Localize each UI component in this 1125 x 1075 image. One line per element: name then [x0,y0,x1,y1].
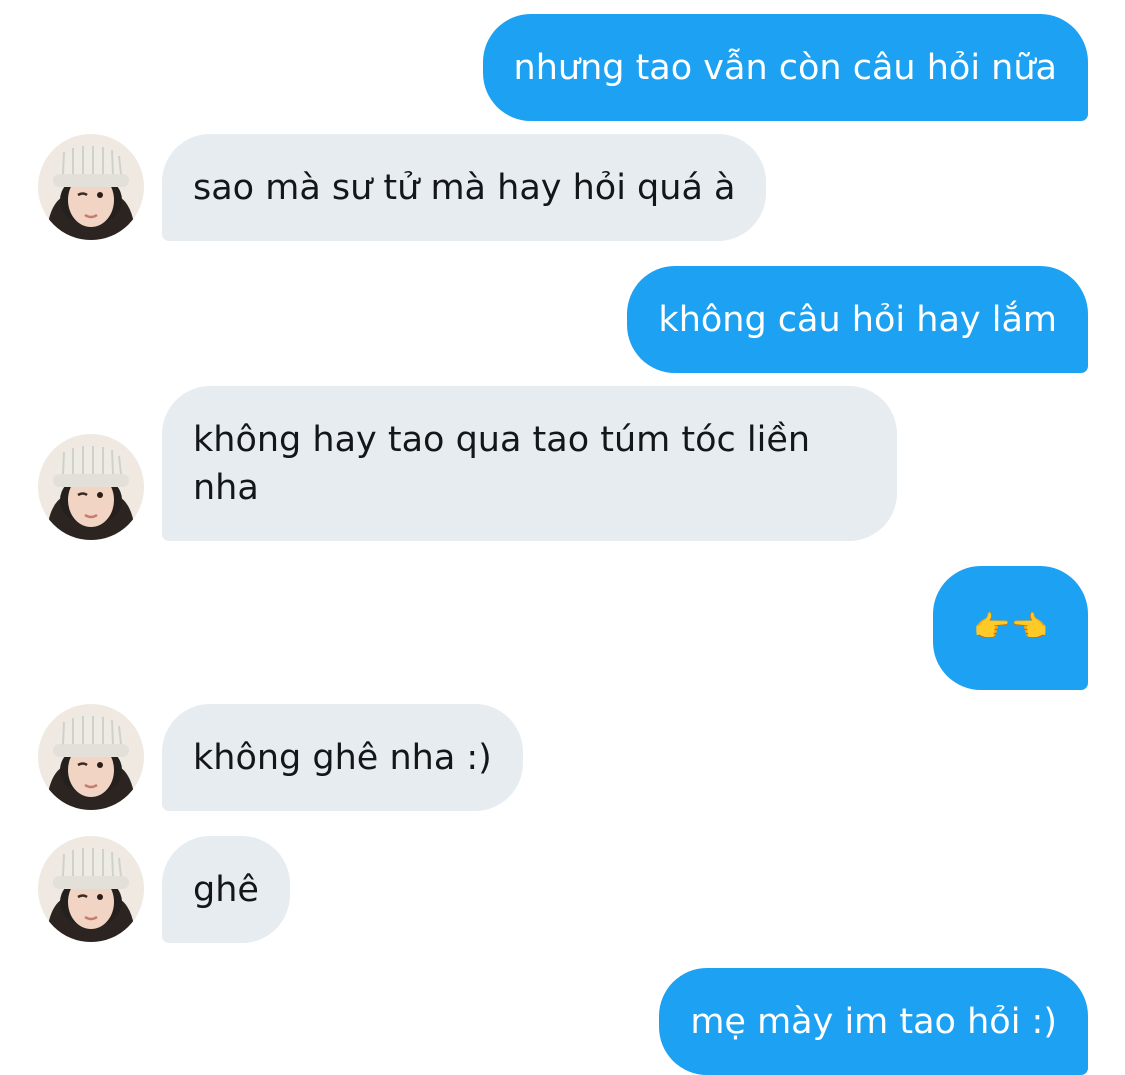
outgoing-message[interactable]: nhưng tao vẫn còn câu hỏi nữa [482,14,1088,121]
contact-avatar-photo [38,704,144,810]
contact-avatar-photo [38,134,144,240]
message-text: không hay tao qua tao túm tóc liền nha [193,419,811,508]
contact-avatar-photo [38,434,144,540]
contact-avatar-photo [38,836,144,942]
outgoing-message[interactable]: 👉👈 [933,566,1088,690]
message-text: nhưng tao vẫn còn câu hỏi nữa [513,47,1057,88]
incoming-message[interactable]: không ghê nha :) [162,704,523,811]
incoming-message[interactable]: sao mà sư tử mà hay hỏi quá à [162,134,767,241]
message-text: mẹ mày im tao hỏi :) [690,1001,1057,1042]
outgoing-message[interactable]: không câu hỏi hay lắm [627,266,1088,373]
avatar[interactable] [38,434,144,540]
avatar[interactable] [38,836,144,942]
incoming-message[interactable]: ghê [162,836,290,943]
message-text: 👉👈 [973,610,1048,645]
incoming-message[interactable]: không hay tao qua tao túm tóc liền nha [162,386,897,541]
avatar[interactable] [38,704,144,810]
outgoing-message[interactable]: mẹ mày im tao hỏi :) [659,968,1088,1075]
message-thread: nhưng tao vẫn còn câu hỏi nữa sao mà sư … [0,0,1125,1075]
message-text: không ghê nha :) [193,737,492,778]
message-text: sao mà sư tử mà hay hỏi quá à [193,167,736,208]
avatar[interactable] [38,134,144,240]
message-text: ghê [193,869,259,910]
message-text: không câu hỏi hay lắm [658,299,1057,340]
